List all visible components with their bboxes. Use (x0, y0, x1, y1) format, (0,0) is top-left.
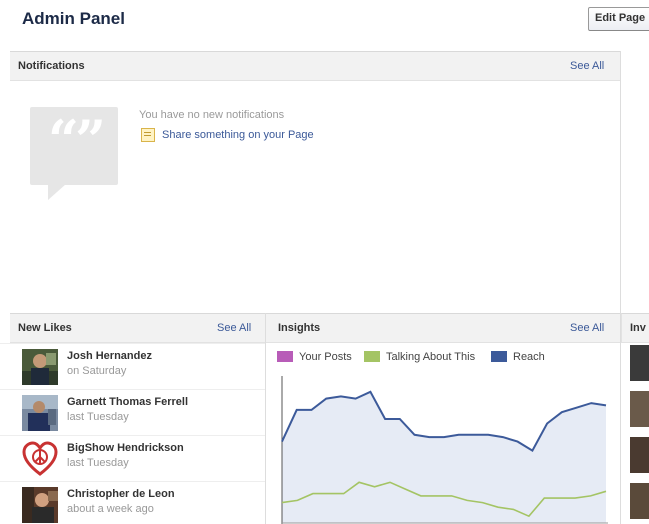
avatar[interactable] (630, 437, 649, 473)
legend-reach: Reach (513, 351, 545, 363)
insights-right-border (620, 313, 621, 524)
like-item[interactable]: BigShow Hendrickson last Tuesday (0, 435, 265, 481)
legend-your-posts: Your Posts (299, 351, 352, 363)
like-item[interactable]: Josh Hernandez on Saturday (0, 343, 265, 389)
like-name[interactable]: BigShow Hendrickson (67, 442, 184, 454)
edit-page-button[interactable]: Edit Page (588, 7, 649, 31)
note-icon (141, 128, 155, 142)
new-likes-title: New Likes (18, 322, 72, 334)
legend-swatch-your-posts (277, 351, 293, 362)
notifications-empty-text: You have no new notifications (139, 109, 285, 121)
avatar[interactable] (630, 391, 649, 427)
invite-header: Inv (621, 313, 649, 343)
avatar[interactable] (22, 395, 58, 431)
avatar[interactable] (22, 349, 58, 385)
invite-title: Inv (630, 322, 646, 334)
new-likes-see-all-link[interactable]: See All (217, 322, 251, 334)
legend-swatch-talking-about (364, 351, 380, 362)
new-likes-divider (265, 313, 266, 524)
notifications-header: Notifications See All (10, 51, 620, 81)
avatar[interactable] (630, 345, 649, 381)
top-bar: Admin Panel Edit Page (0, 0, 649, 45)
like-item[interactable]: Garnett Thomas Ferrell last Tuesday (0, 389, 265, 435)
reach-area (282, 391, 606, 523)
insights-title: Insights (278, 322, 321, 334)
like-item[interactable]: Christopher de Leon about a week ago (0, 481, 265, 524)
avatar[interactable] (22, 441, 58, 477)
insights-header: Insights See All (266, 313, 620, 343)
legend-swatch-reach (491, 351, 507, 362)
insights-see-all-link[interactable]: See All (570, 322, 604, 334)
like-time: last Tuesday (67, 457, 129, 469)
notifications-see-all-link[interactable]: See All (570, 60, 604, 72)
like-name[interactable]: Garnett Thomas Ferrell (67, 396, 188, 408)
share-something-link[interactable]: Share something on your Page (162, 129, 314, 141)
legend-talking-about: Talking About This (386, 351, 476, 363)
like-name[interactable]: Josh Hernandez (67, 350, 152, 362)
new-likes-header: New Likes See All (10, 313, 265, 343)
avatar[interactable] (630, 483, 649, 519)
speech-bubble-tail (48, 184, 66, 200)
like-name[interactable]: Christopher de Leon (67, 488, 175, 500)
like-time: on Saturday (67, 365, 127, 377)
notifications-right-border (620, 51, 621, 313)
insights-chart (281, 376, 608, 524)
notifications-title: Notifications (18, 60, 85, 72)
like-time: last Tuesday (67, 411, 129, 423)
quote-marks-glyph: “” (47, 108, 106, 172)
page-title: Admin Panel (22, 9, 125, 28)
avatar[interactable] (22, 487, 58, 523)
like-time: about a week ago (67, 503, 154, 515)
